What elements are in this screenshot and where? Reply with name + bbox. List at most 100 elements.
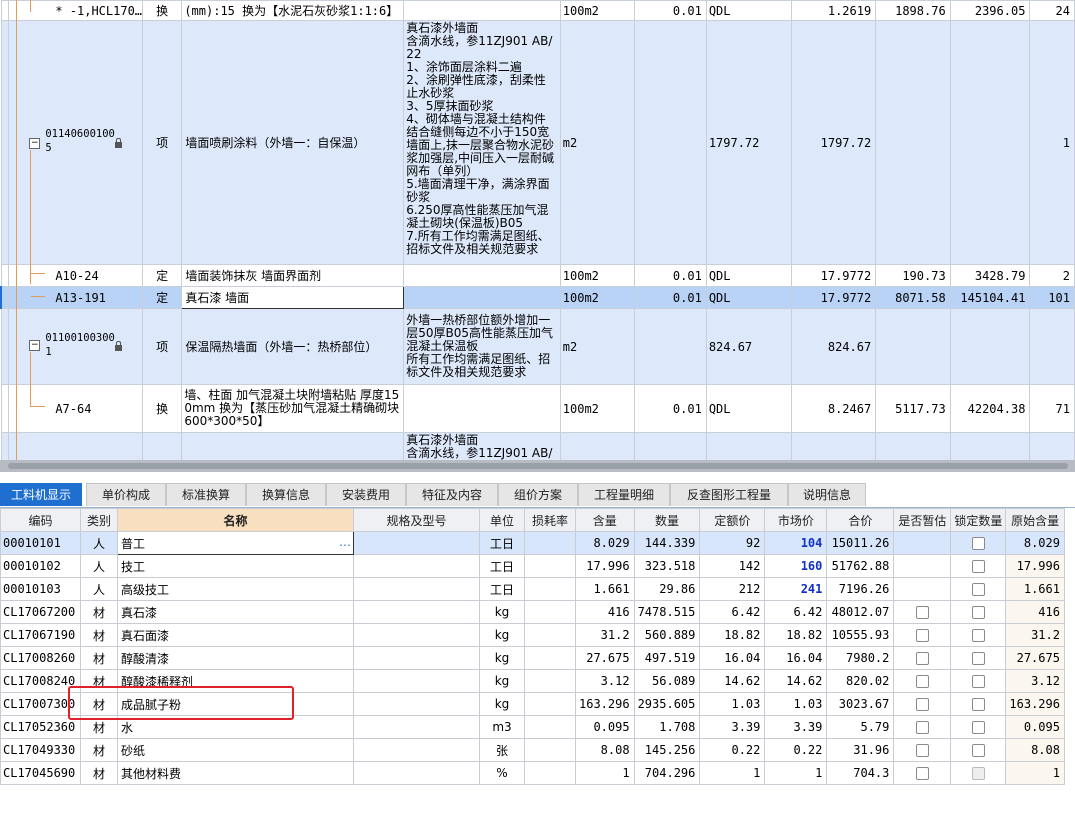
provisional-checkbox[interactable] (915, 744, 929, 757)
header-unit[interactable]: 单位 (479, 508, 525, 532)
material-spec[interactable] (353, 669, 480, 693)
provisional-checkbox[interactable] (915, 698, 929, 711)
material-spec[interactable] (353, 600, 480, 624)
bill-row-selected[interactable]: A13-191 定 真石漆 墙面 100m2 0.01 QDL 17.9772 … (0, 286, 1075, 309)
material-loss-rate[interactable] (524, 531, 576, 555)
lock-quantity-checkbox[interactable] (971, 675, 985, 688)
material-row[interactable]: CL17049330 材 砂纸 张 8.08 145.256 0.22 0.22… (0, 738, 1065, 762)
tab-reverse-lookup-quantities[interactable]: 反查图形工程量 (670, 483, 788, 506)
material-market-price[interactable]: 14.62 (764, 669, 828, 693)
header-loss-rate[interactable]: 损耗率 (524, 508, 576, 532)
material-content[interactable]: 163.296 (575, 692, 635, 716)
material-spec[interactable] (353, 715, 480, 739)
material-market-price[interactable]: 16.04 (764, 646, 828, 670)
tab-notes[interactable]: 说明信息 (788, 483, 866, 506)
material-loss-rate[interactable] (524, 692, 576, 716)
material-content[interactable]: 0.095 (575, 715, 635, 739)
provisional-checkbox[interactable] (915, 767, 929, 780)
tab-conversion-info[interactable]: 换算信息 (246, 483, 326, 506)
provisional-checkbox[interactable] (915, 606, 929, 619)
material-loss-rate[interactable] (524, 577, 576, 601)
material-code[interactable]: CL17049330 (0, 738, 81, 762)
material-code[interactable]: CL17067200 (0, 600, 81, 624)
header-spec[interactable]: 规格及型号 (353, 508, 480, 532)
provisional-checkbox[interactable] (915, 721, 929, 734)
lock-quantity-checkbox[interactable] (971, 583, 985, 596)
material-loss-rate[interactable] (524, 715, 576, 739)
material-content[interactable]: 17.996 (575, 554, 635, 578)
material-row[interactable]: 00010101 人 普工… 工日 8.029 144.339 92 104 1… (0, 531, 1065, 555)
material-content[interactable]: 31.2 (575, 623, 635, 647)
browse-ellipsis-button[interactable]: … (339, 535, 351, 549)
material-market-price[interactable]: 18.82 (764, 623, 828, 647)
material-spec[interactable] (353, 692, 480, 716)
material-loss-rate[interactable] (524, 738, 576, 762)
row-qty-expr[interactable]: QDL (705, 286, 792, 309)
tab-unit-price-composition[interactable]: 单价构成 (86, 483, 166, 506)
material-row[interactable]: CL17067200 材 真石漆 kg 416 7478.515 6.42 6.… (0, 600, 1065, 624)
material-name[interactable]: 醇酸清漆 (117, 646, 354, 670)
tab-labor-material-machine[interactable]: 工料机显示 (0, 483, 82, 506)
material-code[interactable]: 00010102 (0, 554, 81, 578)
material-loss-rate[interactable] (524, 600, 576, 624)
row-feature[interactable] (403, 384, 561, 433)
material-market-price[interactable]: 1.03 (764, 692, 828, 716)
lock-quantity-checkbox[interactable] (971, 698, 985, 711)
scrollbar-thumb[interactable] (8, 463, 1068, 469)
material-code[interactable]: CL17008260 (0, 646, 81, 670)
row-qty-expr[interactable]: 1797.72 (705, 20, 792, 265)
provisional-checkbox[interactable] (915, 629, 929, 642)
material-row[interactable]: CL17067190 材 真石面漆 kg 31.2 560.889 18.82 … (0, 623, 1065, 647)
material-name[interactable]: 高级技工 (117, 577, 354, 601)
header-provisional[interactable]: 是否暂估 (893, 508, 952, 532)
material-row[interactable]: 00010103 人 高级技工 工日 1.661 29.86 212 241 7… (0, 577, 1065, 601)
row-feature[interactable]: 真石漆外墙面 含滴水线，参11ZJ901 AB/22 1、涂饰面层涂料二遍 2、… (403, 20, 561, 265)
header-original-content[interactable]: 原始含量 (1005, 508, 1065, 532)
row-name[interactable]: (mm):15 换为【水泥石灰砂浆1:1:6】 (181, 0, 405, 21)
material-market-price[interactable]: 0.22 (764, 738, 828, 762)
provisional-checkbox[interactable] (915, 652, 929, 665)
bill-row[interactable]: A10-24 定 墙面装饰抹灰 墙面界面剂 100m2 0.01 QDL 17.… (0, 264, 1075, 287)
material-content[interactable]: 1.661 (575, 577, 635, 601)
lock-quantity-checkbox[interactable] (971, 767, 985, 780)
material-row[interactable]: 00010102 人 技工 工日 17.996 323.518 142 160 … (0, 554, 1065, 578)
collapse-toggle-icon[interactable]: − (29, 340, 41, 351)
row-name[interactable]: 保温隔热墙面（外墙一：热桥部位） (181, 308, 405, 385)
bill-row[interactable]: − 011001003001 项 保温隔热墙面（外墙一：热桥部位） 外墙一热桥部… (0, 308, 1075, 385)
material-loss-rate[interactable] (524, 554, 576, 578)
row-feature[interactable] (403, 0, 561, 21)
tab-features-content[interactable]: 特征及内容 (406, 483, 498, 506)
lock-quantity-checkbox[interactable] (971, 606, 985, 619)
material-row[interactable]: CL17008260 材 醇酸清漆 kg 27.675 497.519 16.0… (0, 646, 1065, 670)
material-name[interactable]: 真石面漆 (117, 623, 354, 647)
header-code[interactable]: 编码 (0, 508, 81, 532)
lock-quantity-checkbox[interactable] (971, 652, 985, 665)
material-spec[interactable] (353, 646, 480, 670)
lock-quantity-checkbox[interactable] (971, 744, 985, 757)
lock-quantity-checkbox[interactable] (971, 629, 985, 642)
bill-row[interactable]: * -1,HCL170… 换 (mm):15 换为【水泥石灰砂浆1:1:6】 1… (0, 0, 1075, 21)
material-content[interactable]: 27.675 (575, 646, 635, 670)
material-content[interactable]: 3.12 (575, 669, 635, 693)
tab-installation-fees[interactable]: 安装费用 (326, 483, 406, 506)
material-market-price[interactable]: 160 (764, 554, 828, 578)
material-name[interactable]: 其他材料费 (117, 761, 354, 785)
material-code[interactable]: 00010103 (0, 577, 81, 601)
material-market-price[interactable]: 1 (764, 761, 828, 785)
row-qty-expr[interactable]: QDL (705, 384, 792, 433)
row-name-editor[interactable]: 真石漆 墙面 (181, 286, 405, 309)
provisional-checkbox[interactable] (915, 675, 929, 688)
header-total[interactable]: 合价 (826, 508, 895, 532)
material-spec[interactable] (353, 738, 480, 762)
material-loss-rate[interactable] (524, 623, 576, 647)
row-qty-expr[interactable]: QDL (705, 0, 792, 21)
collapse-toggle-icon[interactable]: − (29, 138, 41, 149)
header-category[interactable]: 类别 (80, 508, 118, 532)
material-code[interactable]: CL17045690 (0, 761, 81, 785)
material-code[interactable]: 00010101 (0, 531, 81, 555)
material-loss-rate[interactable] (524, 646, 576, 670)
material-name[interactable]: 普工… (117, 531, 354, 555)
material-loss-rate[interactable] (524, 669, 576, 693)
lock-quantity-checkbox[interactable] (971, 560, 985, 573)
row-feature[interactable] (403, 264, 561, 287)
